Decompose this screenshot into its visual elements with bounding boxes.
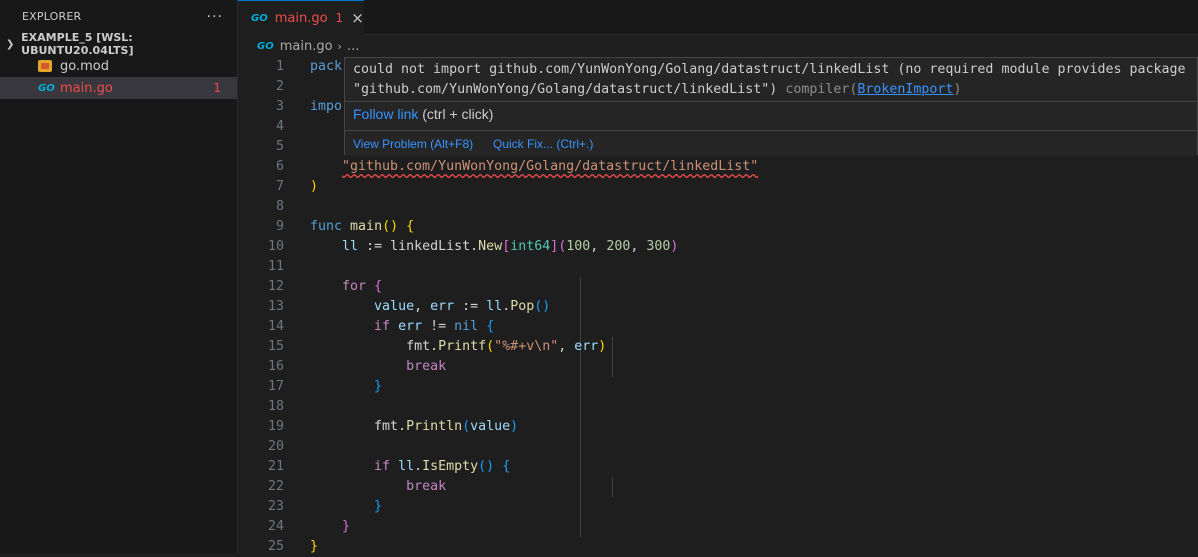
follow-link-row: Follow link (ctrl + click) — [353, 106, 493, 122]
line-number: 7 — [275, 179, 284, 194]
line-number: 4 — [275, 119, 284, 134]
breadcrumb-file[interactable]: main.go — [280, 39, 333, 54]
hover-divider — [345, 101, 1197, 102]
breadcrumb-rest[interactable]: ... — [347, 39, 359, 54]
line-number: 9 — [275, 219, 284, 234]
line-number: 23 — [267, 499, 284, 514]
go-file-icon: GO — [251, 12, 268, 24]
file-item-main-go[interactable]: GO main.go 1 — [0, 77, 237, 99]
indent-guide — [580, 277, 581, 537]
code-line: fmt.Println(value) — [374, 419, 519, 434]
code-line: ) — [310, 179, 319, 194]
file-item-go-mod[interactable]: go.mod — [0, 55, 237, 77]
code-line: value, err := ll.Pop() — [374, 299, 551, 314]
line-number: 6 — [275, 159, 284, 174]
hover-message: could not import github.com/YunWonYong/G… — [353, 62, 1186, 97]
hover-message-line-2: "github.com/YunWonYong/Golang/datastruct… — [353, 82, 778, 97]
code-line: } — [310, 539, 319, 554]
code-line: break — [406, 359, 447, 374]
line-number: 1 — [275, 59, 284, 74]
quick-fix-button[interactable]: Quick Fix... (Ctrl+.) — [493, 137, 593, 151]
chevron-right-icon: › — [337, 39, 342, 53]
breadcrumb: GO main.go › ... — [238, 35, 1198, 57]
error-code-link[interactable]: BrokenImport — [857, 82, 953, 97]
code-line: } — [342, 519, 351, 534]
line-number: 20 — [267, 439, 284, 454]
more-actions-icon[interactable]: ··· — [207, 9, 223, 25]
line-number: 18 — [267, 399, 284, 414]
indent-guide — [612, 477, 613, 497]
workspace-folder-label: EXAMPLE_5 [WSL: UBUNTU20.04LTS] — [21, 31, 134, 57]
line-number: 5 — [275, 139, 284, 154]
code-fragment: impo — [310, 99, 343, 114]
code-line: ll := linkedList.New[int64](100, 200, 30… — [342, 239, 679, 254]
line-number: 17 — [267, 379, 284, 394]
error-hover-popup: could not import github.com/YunWonYong/G… — [344, 57, 1198, 156]
tab-problem-count: 1 — [335, 11, 344, 25]
line-number: 15 — [267, 339, 284, 354]
import-path-error[interactable]: "github.com/YunWonYong/Golang/datastruct… — [342, 157, 758, 177]
workspace-folder[interactable]: ❯ EXAMPLE_5 [WSL: UBUNTU20.04LTS] — [0, 31, 237, 57]
tab-main-go[interactable]: GO main.go 1 × — [238, 0, 364, 35]
file-name: main.go — [60, 80, 113, 96]
line-number: 16 — [267, 359, 284, 374]
problem-count-badge: 1 — [213, 81, 221, 95]
code-line: for { — [342, 279, 383, 294]
hover-actions: View Problem (Alt+F8) Quick Fix... (Ctrl… — [345, 131, 1197, 156]
chevron-down-icon: ❯ — [6, 38, 15, 50]
code-line: break — [406, 479, 447, 494]
code-line: if err != nil { — [374, 319, 495, 334]
code-line: func main() { — [310, 219, 415, 234]
code-line: if ll.IsEmpty() { — [374, 459, 511, 474]
line-number: 12 — [267, 279, 284, 294]
line-number: 13 — [267, 299, 284, 314]
hover-message-line-1: could not import github.com/YunWonYong/G… — [353, 62, 1186, 77]
view-problem-button[interactable]: View Problem (Alt+F8) — [353, 137, 473, 151]
line-number: 22 — [267, 479, 284, 494]
code-line: } — [374, 379, 383, 394]
line-number: 14 — [267, 319, 284, 334]
close-icon[interactable]: × — [351, 9, 364, 27]
code-fragment: pack — [310, 59, 343, 74]
explorer-sidebar: EXPLORER ··· ❯ EXAMPLE_5 [WSL: UBUNTU20.… — [0, 0, 238, 553]
tab-label: main.go — [274, 10, 328, 26]
hover-source: compiler — [785, 82, 850, 97]
line-number: 11 — [267, 259, 284, 274]
follow-link[interactable]: Follow link — [353, 106, 418, 122]
code-line: } — [374, 499, 383, 514]
line-number: 24 — [267, 519, 284, 534]
go-mod-icon — [38, 60, 52, 72]
line-number: 3 — [275, 99, 284, 114]
file-name: go.mod — [60, 58, 109, 74]
explorer-header: EXPLORER ··· — [0, 0, 237, 33]
follow-link-hint: (ctrl + click) — [422, 106, 494, 122]
line-number: 25 — [267, 539, 284, 554]
line-number: 21 — [267, 459, 284, 474]
indent-guide — [612, 337, 613, 377]
go-file-icon: GO — [257, 40, 274, 52]
line-number: 8 — [275, 199, 284, 214]
tab-bar: GO main.go 1 × — [238, 0, 1198, 35]
line-number: 2 — [275, 79, 284, 94]
line-number: 19 — [267, 419, 284, 434]
line-number: 10 — [267, 239, 284, 254]
go-file-icon: GO — [38, 82, 55, 94]
explorer-title: EXPLORER — [22, 10, 82, 23]
code-line: fmt.Printf("%#+v\n", err) — [406, 339, 607, 354]
